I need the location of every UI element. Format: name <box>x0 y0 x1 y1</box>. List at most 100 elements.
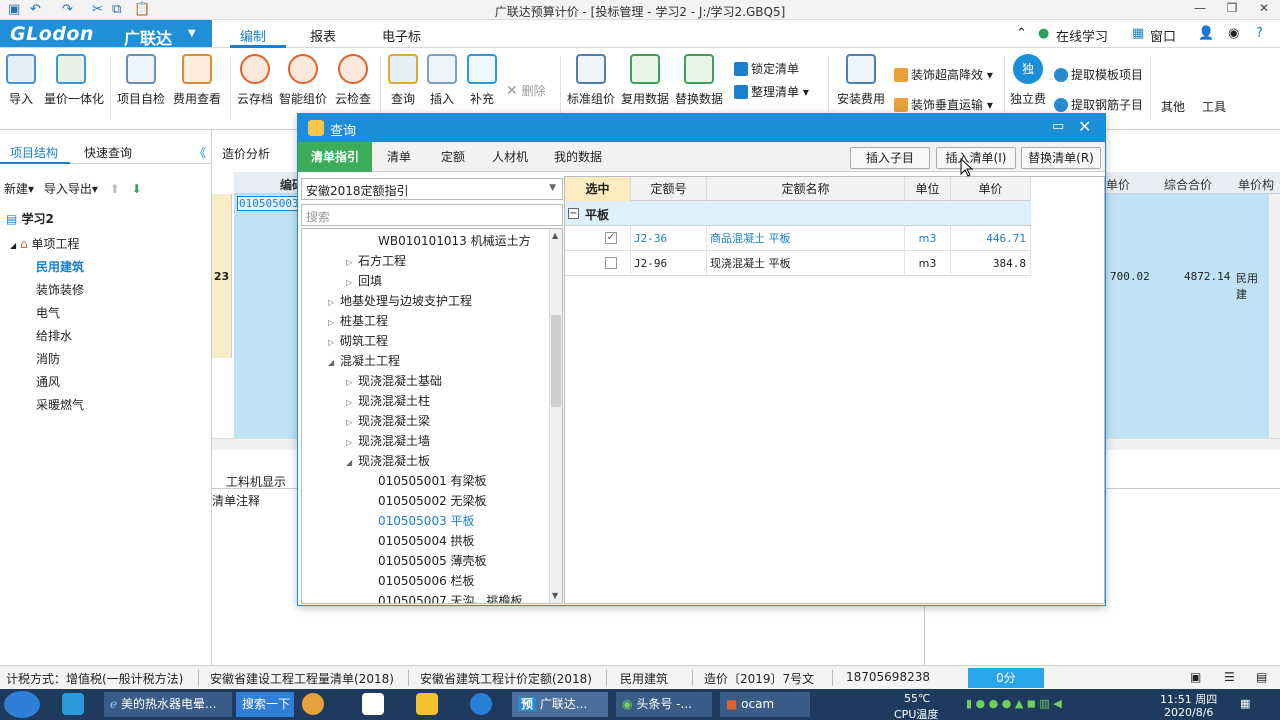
select-cell[interactable] <box>565 251 631 276</box>
cloud-archive-button[interactable]: 云存档 <box>228 54 282 107</box>
window-menu[interactable]: 窗口 <box>1150 26 1176 45</box>
tab-project-structure[interactable]: 项目结构 <box>10 144 58 161</box>
arrange-list-button[interactable]: 整理清单 ▾ <box>734 83 809 100</box>
insert-sub-item-button[interactable]: 插入子目 <box>850 147 930 169</box>
tree-node[interactable]: ▷ 现浇混凝土柱 <box>346 392 430 409</box>
taskbar-item-glodon[interactable]: 预 广联达... <box>512 692 608 717</box>
collapse-group-icon[interactable]: − <box>568 208 579 219</box>
tree-node[interactable]: ◢ 现浇混凝土板 <box>346 452 430 469</box>
help-icon[interactable]: ? <box>1256 26 1263 41</box>
tree-leaf[interactable]: 010505004 拱板 <box>378 532 475 549</box>
tree-node[interactable]: ▷ 地基处理与边坡支护工程 <box>328 292 472 309</box>
tree-node[interactable]: ▷ 现浇混凝土基础 <box>346 372 442 389</box>
tree-item-electrical[interactable]: 电气 <box>36 304 60 321</box>
user-icon[interactable]: 👤 <box>1198 26 1214 41</box>
delete-button[interactable]: ✕ 删除 <box>506 82 546 99</box>
tree-item-heating-gas[interactable]: 采暖燃气 <box>36 396 84 413</box>
tree-project[interactable]: ▤ 学习2 <box>6 210 54 227</box>
list-view-icon[interactable]: ☰ <box>1224 670 1235 684</box>
header-unit[interactable]: 单位 <box>905 177 951 201</box>
chevron-up-icon[interactable]: ⌃ <box>1016 26 1027 41</box>
select-cell[interactable]: ✓ <box>565 226 631 251</box>
tree-leaf[interactable]: 010505006 栏板 <box>378 572 475 589</box>
move-down-icon[interactable]: ⬇ <box>132 182 142 196</box>
online-learning-link[interactable]: 在线学习 <box>1056 26 1108 45</box>
tree-unit-project[interactable]: ◢ ⌂ 单项工程 <box>10 235 79 252</box>
tree-item-civil[interactable]: 民用建筑 <box>36 258 84 275</box>
maximize-icon[interactable]: ▭ <box>1052 119 1064 134</box>
import-button[interactable]: 导入 <box>0 54 48 107</box>
table-row[interactable]: ✓ J2-36 商品混凝土 平板 m3 446.71 <box>565 226 1031 251</box>
score-badge[interactable]: 0分 <box>968 668 1044 688</box>
header-price[interactable]: 单价 <box>951 177 1031 201</box>
tree-item-decoration[interactable]: 装饰装修 <box>36 281 84 298</box>
app-360-icon[interactable] <box>62 693 84 715</box>
supplement-button[interactable]: 补充 <box>455 54 509 107</box>
tab-quick-query[interactable]: 快速查询 <box>84 144 132 161</box>
grid-vertical-scrollbar[interactable] <box>1268 194 1280 438</box>
minimize-icon[interactable]: — <box>1186 1 1214 19</box>
tree-scrollbar[interactable]: ▲ ▼ <box>549 229 562 603</box>
header-selected[interactable]: 选中 <box>565 177 631 201</box>
app-logo[interactable]: GLodon 广联达 ▼ <box>0 20 212 48</box>
grid-view-icon[interactable]: ▤ <box>1256 670 1267 684</box>
extract-template-button[interactable]: 提取模板项目 <box>1054 66 1143 83</box>
start-button[interactable] <box>4 691 40 718</box>
tab-report[interactable]: 报表 <box>310 26 336 45</box>
tree-node[interactable]: ▷ 桩基工程 <box>328 312 388 329</box>
tab-labor-material-machine[interactable]: 人材机 <box>480 142 540 172</box>
install-cost-button[interactable]: 安装费用 <box>834 54 888 107</box>
extract-rebar-button[interactable]: 提取钢筋子目 <box>1054 96 1143 113</box>
tree-leaf[interactable]: 010505001 有梁板 <box>378 472 487 489</box>
header-quota-code[interactable]: 定额号 <box>631 177 707 201</box>
independent-fee-button[interactable]: 独独立费 <box>1001 54 1055 107</box>
quota-guide-select[interactable]: 安徽2018定额指引 ▼ <box>301 178 563 200</box>
tree-leaf-selected[interactable]: 010505003 平板 <box>378 512 475 529</box>
table-row[interactable]: J2-96 现浇混凝土 平板 m3 384.8 <box>565 251 1031 276</box>
header-unit-price[interactable]: 单价 <box>1106 176 1130 193</box>
clock-time[interactable]: 11:51 周四 <box>1160 691 1217 707</box>
close-icon[interactable]: ✕ <box>1078 117 1091 136</box>
tab-cost-analysis[interactable]: 造价分析 <box>222 145 270 162</box>
tab-my-data[interactable]: 我的数据 <box>540 142 616 172</box>
tab-list[interactable]: 清单 <box>372 142 426 172</box>
move-up-icon[interactable]: ⬆ <box>110 182 120 196</box>
tree-leaf[interactable]: 010505002 无梁板 <box>378 492 487 509</box>
cost-view-button[interactable]: 费用查看 <box>170 54 224 107</box>
tree-node[interactable]: ▷ 回填 <box>346 272 382 289</box>
tree-leaf[interactable]: 010505007 天沟、挑檐板 <box>378 592 523 603</box>
taskbar-item-toutiao[interactable]: ◉ 头条号 -... <box>616 692 712 717</box>
close-window-icon[interactable]: ✕ <box>1250 1 1278 19</box>
clock-date[interactable]: 2020/8/6 <box>1164 706 1213 719</box>
tree-node[interactable]: ▷ 现浇混凝土墙 <box>346 432 430 449</box>
tab-electronic-bid[interactable]: 电子标 <box>382 26 421 45</box>
other-menu[interactable]: 其他 <box>1161 98 1185 115</box>
lock-list-button[interactable]: 锁定清单 <box>734 60 799 77</box>
tree-node[interactable]: WB010101013 机械运土方 <box>378 232 531 249</box>
feedback-icon[interactable]: ◉ <box>1228 26 1239 41</box>
group-row[interactable]: − 平板 <box>565 201 1031 226</box>
quantity-price-button[interactable]: 量价一体化 <box>44 54 104 107</box>
tree-item-fire[interactable]: 消防 <box>36 350 60 367</box>
header-total-price[interactable]: 综合合价 <box>1164 176 1212 193</box>
insert-list-button[interactable]: 插入清单(I) <box>936 147 1016 169</box>
layout-icon[interactable]: ▣ <box>1190 670 1201 684</box>
cloud-check-button[interactable]: 云检查 <box>326 54 380 107</box>
reuse-data-button[interactable]: 复用数据 <box>618 54 672 107</box>
restore-icon[interactable]: ❐ <box>1218 1 1246 19</box>
show-desktop-icon[interactable]: ▦ <box>1240 697 1250 710</box>
standard-pricing-button[interactable]: 标准组价 <box>564 54 618 107</box>
replace-list-button[interactable]: 替换清单(R) <box>1021 147 1101 169</box>
smart-pricing-button[interactable]: 智能组价 <box>276 54 330 107</box>
tray-icons[interactable]: ▮ ● ● ● ▲ ◼ ▥ ◀ <box>966 697 1062 710</box>
collapse-panel-icon[interactable]: 《 <box>194 144 206 161</box>
taskbar-item-browser[interactable]: ℯ 美的热水器电晕... <box>104 692 232 717</box>
search-input[interactable]: 搜索 <box>301 204 563 226</box>
tree-node[interactable]: ▷ 砌筑工程 <box>328 332 388 349</box>
tree-item-ventilation[interactable]: 通风 <box>36 373 60 390</box>
replace-data-button[interactable]: 替换数据 <box>672 54 726 107</box>
taskbar-item-search[interactable]: 搜索一下 <box>236 692 294 717</box>
tab-quota[interactable]: 定额 <box>426 142 480 172</box>
dialog-title-bar[interactable]: 查询 ▭ ✕ <box>298 114 1105 142</box>
header-quota-name[interactable]: 定额名称 <box>707 177 905 201</box>
